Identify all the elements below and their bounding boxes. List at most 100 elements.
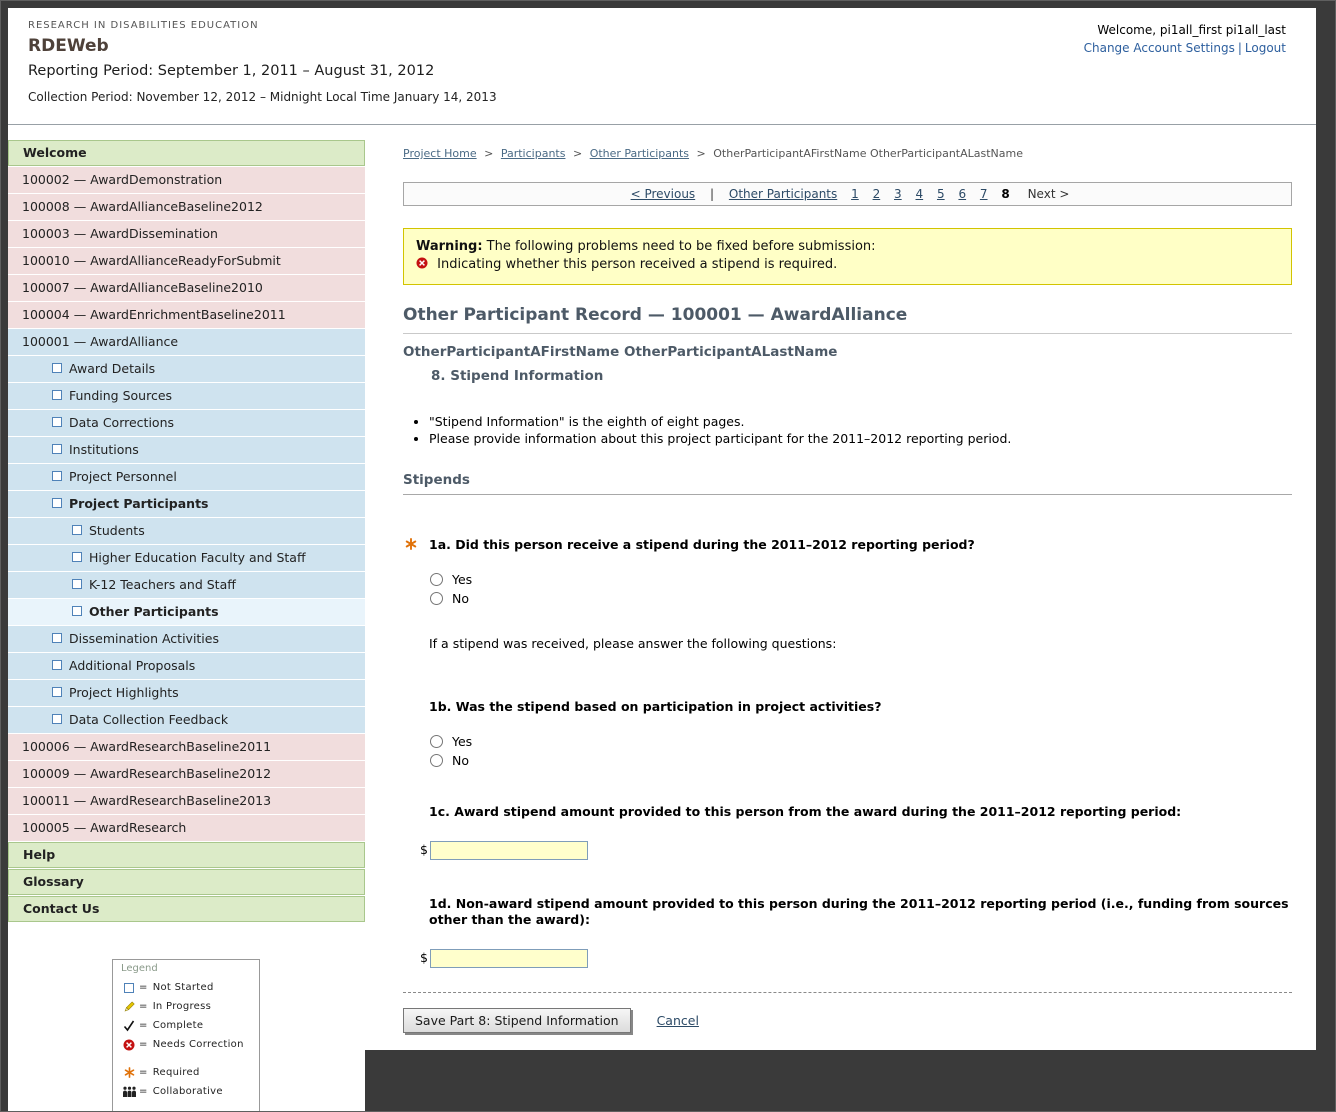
breadcrumb-separator: > bbox=[484, 147, 493, 160]
breadcrumb-link-participants[interactable]: Participants bbox=[501, 147, 566, 160]
sidebar-item-label: Additional Proposals bbox=[69, 658, 195, 673]
legend-equals: = bbox=[139, 1086, 148, 1097]
other-participants-link[interactable]: Other Participants bbox=[729, 187, 837, 201]
page-2-link[interactable]: 2 bbox=[873, 187, 881, 201]
sidebar-item-higher-education-faculty-and-staff[interactable]: Higher Education Faculty and Staff bbox=[8, 545, 365, 571]
warning-banner: Warning: The following problems need to … bbox=[403, 228, 1292, 285]
page-4-link[interactable]: 4 bbox=[916, 187, 924, 201]
sidebar-item-project-personnel[interactable]: Project Personnel bbox=[8, 464, 365, 490]
sidebar-item-data-collection-feedback[interactable]: Data Collection Feedback bbox=[8, 707, 365, 733]
pagination-divider: | bbox=[710, 187, 714, 201]
sidebar-item-help[interactable]: Help bbox=[8, 842, 365, 868]
app-page: RESEARCH IN DISABILITIES EDUCATION RDEWe… bbox=[8, 8, 1316, 1112]
not-started-checkbox-icon bbox=[52, 660, 62, 670]
sidebar-item-label: 100003 — AwardDissemination bbox=[22, 226, 218, 241]
sidebar-item-100011-awardresearchbaseline2013[interactable]: 100011 — AwardResearchBaseline2013 bbox=[8, 788, 365, 814]
sidebar-item-k-12-teachers-and-staff[interactable]: K-12 Teachers and Staff bbox=[8, 572, 365, 598]
sidebar-item-label: Higher Education Faculty and Staff bbox=[89, 550, 306, 565]
participation-no-radio[interactable] bbox=[430, 754, 443, 767]
sidebar-item-100005-awardresearch[interactable]: 100005 — AwardResearch bbox=[8, 815, 365, 841]
stipend-received-yes-option[interactable]: Yes bbox=[430, 570, 1292, 589]
sidebar-item-100003-awarddissemination[interactable]: 100003 — AwardDissemination bbox=[8, 221, 365, 247]
sidebar-item-data-corrections[interactable]: Data Corrections bbox=[8, 410, 365, 436]
not-started-checkbox-icon bbox=[52, 363, 62, 373]
sidebar-item-label: Data Collection Feedback bbox=[69, 712, 228, 727]
page-heading: 8. Stipend Information bbox=[431, 368, 1292, 384]
legend-row: = In Progress bbox=[121, 997, 253, 1016]
sidebar-item-dissemination-activities[interactable]: Dissemination Activities bbox=[8, 626, 365, 652]
legend: Legend = Not Started = In Progress bbox=[112, 959, 260, 1112]
sidebar-item-label: Dissemination Activities bbox=[69, 631, 219, 646]
currency-symbol: $ bbox=[420, 842, 428, 857]
stipends-section-title: Stipends bbox=[403, 472, 1292, 488]
page-7-link[interactable]: 7 bbox=[980, 187, 988, 201]
main-panel: Project Home > Participants > Other Part… bbox=[365, 125, 1316, 1050]
collaborative-icon bbox=[121, 1086, 137, 1098]
stipend-received-no-option[interactable]: No bbox=[430, 589, 1292, 608]
legend-row: = Needs Correction bbox=[121, 1035, 253, 1054]
sidebar-item-project-participants[interactable]: Project Participants bbox=[8, 491, 365, 517]
stipend-received-no-radio[interactable] bbox=[430, 592, 443, 605]
sidebar-item-label: Award Details bbox=[69, 361, 155, 376]
sidebar-item-funding-sources[interactable]: Funding Sources bbox=[8, 383, 365, 409]
participation-yes-option[interactable]: Yes bbox=[430, 732, 1292, 751]
legend-equals: = bbox=[139, 1001, 148, 1012]
radio-label: Yes bbox=[452, 572, 472, 587]
previous-page-link[interactable]: < Previous bbox=[631, 187, 696, 201]
participation-yes-radio[interactable] bbox=[430, 735, 443, 748]
sidebar-item-100008-awardalliancebaseline2012[interactable]: 100008 — AwardAllianceBaseline2012 bbox=[8, 194, 365, 220]
form-actions: Save Part 8: Stipend Information Cancel bbox=[403, 1008, 1292, 1033]
participation-no-option[interactable]: No bbox=[430, 751, 1292, 770]
radio-label: Yes bbox=[452, 734, 472, 749]
not-started-checkbox-icon bbox=[52, 633, 62, 643]
cancel-link[interactable]: Cancel bbox=[657, 1013, 699, 1028]
currency-symbol: $ bbox=[420, 950, 428, 965]
logout-link[interactable]: Logout bbox=[1245, 41, 1286, 55]
not-started-checkbox-icon bbox=[72, 579, 82, 589]
question-1b: 1b. Was the stipend based on participati… bbox=[403, 699, 1289, 715]
page-5-link[interactable]: 5 bbox=[937, 187, 945, 201]
sidebar-item-label: 100001 — AwardAlliance bbox=[22, 334, 178, 349]
breadcrumb-link-other-participants[interactable]: Other Participants bbox=[590, 147, 689, 160]
legend-equals: = bbox=[139, 1067, 148, 1078]
sidebar-item-award-details[interactable]: Award Details bbox=[8, 356, 365, 382]
non-award-stipend-amount-input[interactable] bbox=[430, 949, 588, 968]
sidebar-item-other-participants[interactable]: Other Participants bbox=[8, 599, 365, 625]
save-button[interactable]: Save Part 8: Stipend Information bbox=[403, 1008, 631, 1033]
legend-row: = Complete bbox=[121, 1016, 253, 1035]
legend-row: = Required bbox=[121, 1063, 253, 1082]
sidebar-item-100010-awardalliancereadyforsubmit[interactable]: 100010 — AwardAllianceReadyForSubmit bbox=[8, 248, 365, 274]
award-stipend-amount-input[interactable] bbox=[430, 841, 588, 860]
sidebar-item-institutions[interactable]: Institutions bbox=[8, 437, 365, 463]
app-header: RESEARCH IN DISABILITIES EDUCATION RDEWe… bbox=[8, 8, 1316, 125]
page-6-link[interactable]: 6 bbox=[958, 187, 966, 201]
conditional-note: If a stipend was received, please answer… bbox=[403, 636, 1292, 651]
sidebar-item-contact-us[interactable]: Contact Us bbox=[8, 896, 365, 922]
sidebar-item-100007-awardalliancebaseline2010[interactable]: 100007 — AwardAllianceBaseline2010 bbox=[8, 275, 365, 301]
sidebar-item-project-highlights[interactable]: Project Highlights bbox=[8, 680, 365, 706]
question-1c: 1c. Award stipend amount provided to thi… bbox=[403, 804, 1289, 820]
not-started-checkbox-icon bbox=[52, 498, 62, 508]
sidebar-item-students[interactable]: Students bbox=[8, 518, 365, 544]
breadcrumb-link-project-home[interactable]: Project Home bbox=[403, 147, 477, 160]
sidebar-item-welcome[interactable]: Welcome bbox=[8, 140, 365, 166]
radio-label: No bbox=[452, 591, 469, 606]
question-1a: 1a. Did this person receive a stipend du… bbox=[403, 537, 1289, 553]
sidebar-item-label: 100010 — AwardAllianceReadyForSubmit bbox=[22, 253, 281, 268]
page-3-link[interactable]: 3 bbox=[894, 187, 902, 201]
change-account-settings-link[interactable]: Change Account Settings bbox=[1084, 41, 1235, 55]
sidebar-item-100004-awardenrichmentbaseline2011[interactable]: 100004 — AwardEnrichmentBaseline2011 bbox=[8, 302, 365, 328]
sidebar-item-100006-awardresearchbaseline2011[interactable]: 100006 — AwardResearchBaseline2011 bbox=[8, 734, 365, 760]
participant-name: OtherParticipantAFirstName OtherParticip… bbox=[403, 344, 1292, 360]
sidebar-item-100009-awardresearchbaseline2012[interactable]: 100009 — AwardResearchBaseline2012 bbox=[8, 761, 365, 787]
sidebar-item-100001-awardalliance[interactable]: 100001 — AwardAlliance bbox=[8, 329, 365, 355]
legend-equals: = bbox=[139, 1020, 148, 1031]
sidebar-item-label: Data Corrections bbox=[69, 415, 174, 430]
page-1-link[interactable]: 1 bbox=[851, 187, 859, 201]
sidebar-item-label: Welcome bbox=[23, 145, 87, 160]
sidebar-item-100002-awarddemonstration[interactable]: 100002 — AwardDemonstration bbox=[8, 167, 365, 193]
collection-period: Collection Period: November 12, 2012 – M… bbox=[28, 90, 497, 104]
sidebar-item-additional-proposals[interactable]: Additional Proposals bbox=[8, 653, 365, 679]
sidebar-item-glossary[interactable]: Glossary bbox=[8, 869, 365, 895]
stipend-received-yes-radio[interactable] bbox=[430, 573, 443, 586]
